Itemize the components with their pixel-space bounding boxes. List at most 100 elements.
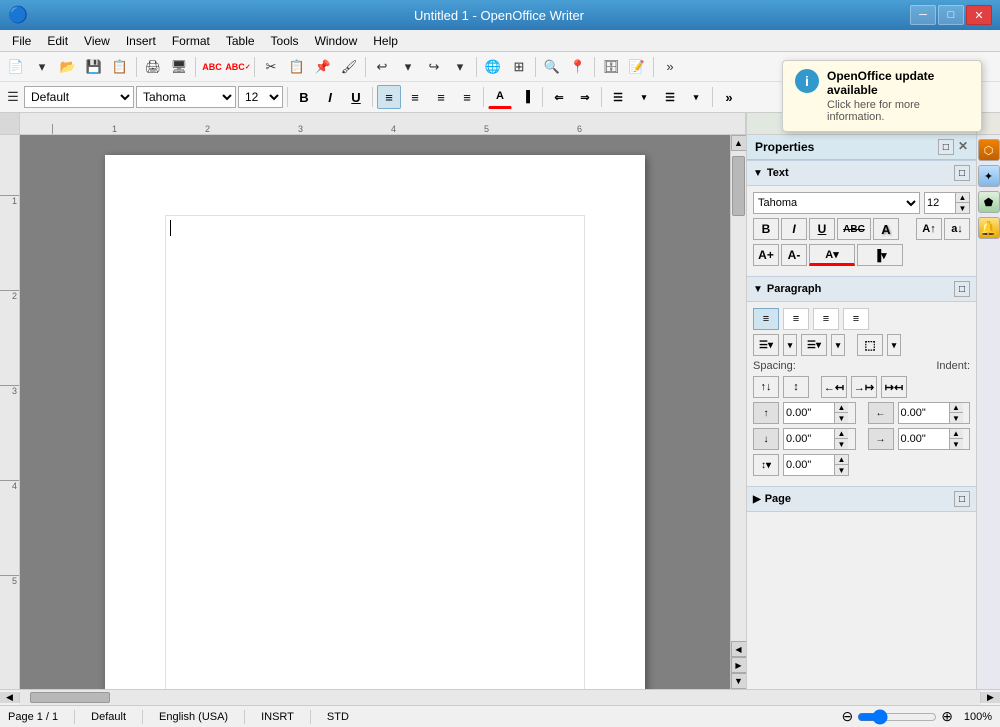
zoom-slider[interactable] xyxy=(857,709,937,725)
line-spacing-btn[interactable]: ↕▾ xyxy=(753,454,779,476)
open-button[interactable]: 📂 xyxy=(56,55,80,79)
scroll-up-button[interactable]: ▲ xyxy=(731,135,747,151)
update-notification[interactable]: i OpenOffice update available Click here… xyxy=(782,60,982,132)
text-section-icon[interactable]: □ xyxy=(954,165,970,181)
insert-mode[interactable]: INSRT xyxy=(261,711,294,723)
indent-left-icon[interactable]: ←↤ xyxy=(821,376,847,398)
menu-help[interactable]: Help xyxy=(365,32,406,50)
props-size-down[interactable]: ▼ xyxy=(955,203,969,213)
props-decrease-size-button[interactable]: A- xyxy=(781,244,807,266)
indent-after-input[interactable] xyxy=(899,429,949,449)
spacing-above-icon[interactable]: ↑↓ xyxy=(753,376,779,398)
spacing-below-input[interactable] xyxy=(784,429,834,449)
menu-table[interactable]: Table xyxy=(218,32,263,50)
indent-after-down[interactable]: ▼ xyxy=(949,439,963,449)
spacing-above-down[interactable]: ▼ xyxy=(834,413,848,423)
props-underline-button[interactable]: U xyxy=(809,218,835,240)
props-font-dropdown[interactable]: Tahoma xyxy=(753,192,920,214)
indent-right-icon[interactable]: →↦ xyxy=(851,376,877,398)
zoom-level[interactable]: 100% xyxy=(957,711,992,723)
zoom-out-icon[interactable]: ⊖ xyxy=(842,708,854,725)
scroll-next-page-button[interactable]: ▶ xyxy=(731,657,747,673)
rtl-button[interactable]: ⇐ xyxy=(547,85,571,109)
paste-button[interactable]: 📌 xyxy=(311,55,335,79)
navigator-button[interactable]: 📍 xyxy=(566,55,590,79)
menu-view[interactable]: View xyxy=(76,32,118,50)
spell-auto-button[interactable]: ABC✓ xyxy=(226,55,250,79)
page-content[interactable] xyxy=(165,215,585,689)
list-num-button[interactable]: ☰ xyxy=(658,85,682,109)
align-right-button[interactable]: ≡ xyxy=(429,85,453,109)
text-color-button[interactable]: A xyxy=(488,85,512,109)
extension-icon-4[interactable]: 🔔 xyxy=(978,217,1000,239)
props-size-up[interactable]: ▲ xyxy=(955,193,969,203)
scroll-track[interactable] xyxy=(731,151,746,641)
extension-icon-1[interactable]: ⬡ xyxy=(978,139,1000,161)
align-justify-button[interactable]: ≡ xyxy=(455,85,479,109)
props-numlist-dropdown[interactable]: ▾ xyxy=(831,334,845,356)
new-dropdown-button[interactable]: ▾ xyxy=(30,55,54,79)
hscroll-left-button[interactable]: ◀ xyxy=(0,692,20,703)
highlight-button[interactable]: ▐ xyxy=(514,85,538,109)
props-strikethrough-button[interactable]: ABC xyxy=(837,218,871,240)
undo-button[interactable]: ↩ xyxy=(370,55,394,79)
redo-list-button[interactable]: ▾ xyxy=(448,55,472,79)
more-fmt-button[interactable]: » xyxy=(717,85,741,109)
properties-close-button[interactable]: ✕ xyxy=(958,139,968,155)
hscroll-thumb[interactable] xyxy=(30,692,110,703)
props-list-dropdown[interactable]: ▾ xyxy=(783,334,797,356)
props-shadow-button[interactable]: A xyxy=(873,218,899,240)
align-left-button[interactable]: ≡ xyxy=(377,85,401,109)
extension-icon-2[interactable]: ✦ xyxy=(978,165,1000,187)
minimize-button[interactable]: ─ xyxy=(910,5,936,25)
props-list-button[interactable]: ☰▾ xyxy=(753,334,779,356)
update-subtitle[interactable]: Click here for more information. xyxy=(827,99,969,123)
ltr-button[interactable]: ⇒ xyxy=(573,85,597,109)
align-center-button[interactable]: ≡ xyxy=(403,85,427,109)
italic-button[interactable]: I xyxy=(318,85,342,109)
list-bullet-dropdown[interactable]: ▾ xyxy=(632,85,656,109)
scroll-prev-page-button[interactable]: ◀ xyxy=(731,641,747,657)
align-left-props-button[interactable]: ≡ xyxy=(753,308,779,330)
props-bold-button[interactable]: B xyxy=(753,218,779,240)
copy-button[interactable]: 📋 xyxy=(285,55,309,79)
page-section-header[interactable]: ▶ Page □ xyxy=(747,486,976,512)
align-center-props-button[interactable]: ≡ xyxy=(783,308,809,330)
scroll-down-button[interactable]: ▼ xyxy=(731,673,747,689)
document-area[interactable] xyxy=(20,135,730,689)
find-button[interactable]: 🔍 xyxy=(540,55,564,79)
line-spacing-input[interactable] xyxy=(784,455,834,475)
hscroll-right-button[interactable]: ▶ xyxy=(980,692,1000,703)
pdf-button[interactable]: 📋 xyxy=(108,55,132,79)
paragraph-section-header[interactable]: ▼ Paragraph □ xyxy=(747,276,976,302)
spacing-above-up[interactable]: ▲ xyxy=(834,403,848,413)
menu-format[interactable]: Format xyxy=(164,32,218,50)
font-dropdown[interactable]: Tahoma xyxy=(136,86,236,108)
format-paint-button[interactable]: 🖌 xyxy=(337,55,361,79)
props-highlight-button[interactable]: ▐▾ xyxy=(857,244,903,266)
datasource-button[interactable]: 🗄 xyxy=(599,55,623,79)
props-size-input[interactable] xyxy=(925,193,955,213)
redo-button[interactable]: ↪ xyxy=(422,55,446,79)
table-button[interactable]: ⊞ xyxy=(507,55,531,79)
list-num-dropdown[interactable]: ▾ xyxy=(684,85,708,109)
zoom-in-icon[interactable]: ⊕ xyxy=(941,708,953,725)
hyperlink-button[interactable]: 🌐 xyxy=(481,55,505,79)
close-button[interactable]: ✕ xyxy=(966,5,992,25)
indent-first-icon[interactable]: ↦↤ xyxy=(881,376,907,398)
print-preview-button[interactable]: 🖥 xyxy=(167,55,191,79)
menu-window[interactable]: Window xyxy=(307,32,366,50)
text-section-header[interactable]: ▼ Text □ xyxy=(747,160,976,186)
line-spacing-up[interactable]: ▲ xyxy=(834,455,848,465)
paragraph-section-icon[interactable]: □ xyxy=(954,281,970,297)
align-justify-props-button[interactable]: ≡ xyxy=(843,308,869,330)
props-font-color-button[interactable]: A▾ xyxy=(809,244,855,266)
indent-before-input[interactable] xyxy=(899,403,949,423)
page-section-icon[interactable]: □ xyxy=(954,491,970,507)
form-button[interactable]: 📝 xyxy=(625,55,649,79)
props-indent-button[interactable]: ⬚ xyxy=(857,334,883,356)
size-dropdown[interactable]: 12 xyxy=(238,86,283,108)
spacing-above-input[interactable] xyxy=(784,403,834,423)
cut-button[interactable]: ✂ xyxy=(259,55,283,79)
style-dropdown[interactable]: Default xyxy=(24,86,134,108)
